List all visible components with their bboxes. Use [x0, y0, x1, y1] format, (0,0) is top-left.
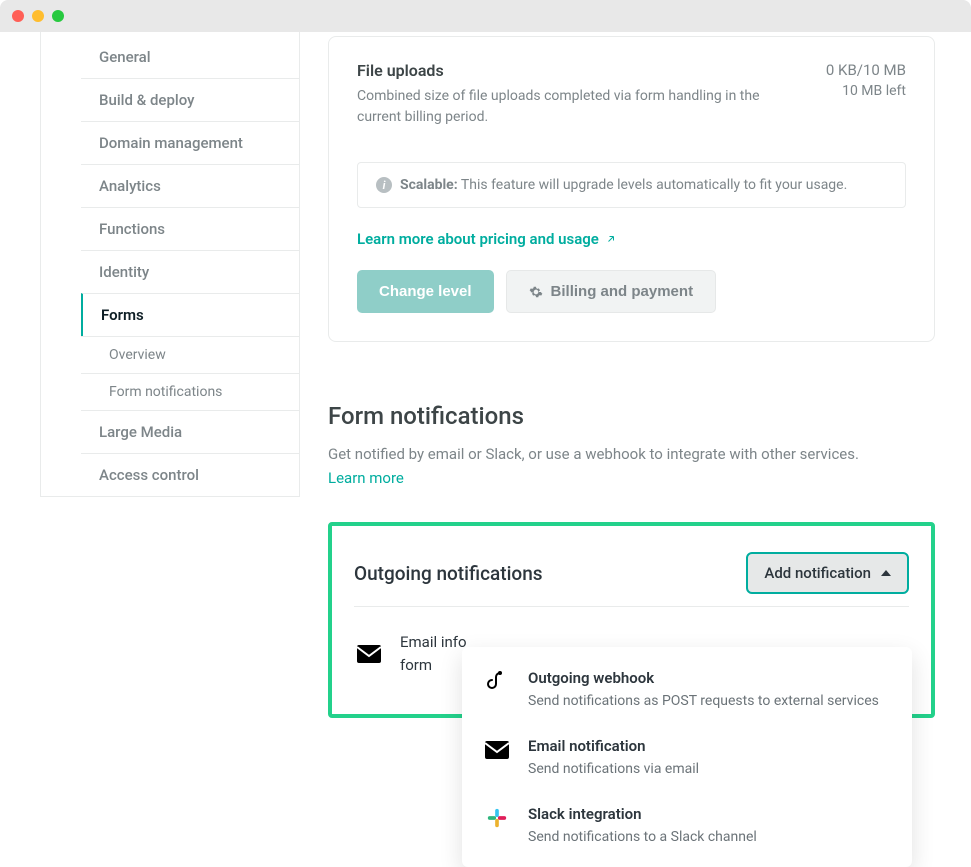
billing-button[interactable]: Billing and payment — [506, 270, 717, 313]
add-notification-dropdown: Outgoing webhook Send notifications as P… — [462, 647, 912, 867]
section-title: Form notifications — [328, 402, 935, 430]
outgoing-notifications-highlight: Outgoing notifications Add notification … — [328, 522, 935, 718]
change-level-button[interactable]: Change level — [357, 270, 494, 313]
uploads-stats: 0 KB/10 MB — [826, 61, 906, 79]
caret-up-icon — [881, 570, 891, 576]
envelope-icon — [356, 645, 382, 663]
add-notification-button[interactable]: Add notification — [746, 552, 909, 594]
external-link-icon — [605, 233, 617, 245]
envelope-icon — [484, 737, 510, 763]
sidebar-sub-overview[interactable]: Overview — [81, 336, 299, 373]
hook-icon — [484, 669, 510, 695]
sidebar-item-domain[interactable]: Domain management — [81, 121, 299, 164]
dropdown-item-slack[interactable]: Slack integration Send notifications to … — [462, 791, 912, 859]
dropdown-item-email[interactable]: Email notification Send notifications vi… — [462, 723, 912, 791]
form-notifications-section: Form notifications Get notified by email… — [328, 402, 935, 490]
outgoing-title: Outgoing notifications — [354, 562, 543, 585]
sidebar-item-build[interactable]: Build & deploy — [81, 78, 299, 121]
billing-button-label: Billing and payment — [551, 283, 694, 300]
sidebar-item-identity[interactable]: Identity — [81, 250, 299, 293]
section-desc: Get notified by email or Slack, or use a… — [328, 445, 859, 463]
sidebar-item-general[interactable]: General — [81, 36, 299, 78]
gear-icon — [529, 285, 543, 299]
existing-line2: form — [400, 654, 467, 677]
window-close-icon[interactable] — [12, 10, 24, 22]
sidebar-sub-form-notifications[interactable]: Form notifications — [81, 373, 299, 410]
dropdown-item-title: Slack integration — [528, 805, 757, 823]
window-minimize-icon[interactable] — [32, 10, 44, 22]
dropdown-item-desc: Send notifications to a Slack channel — [528, 829, 757, 845]
sidebar-item-large-media[interactable]: Large Media — [81, 410, 299, 453]
dropdown-item-title: Email notification — [528, 737, 699, 755]
add-notification-label: Add notification — [764, 564, 871, 582]
uploads-title: File uploads — [357, 61, 777, 80]
uploads-left: 10 MB left — [826, 83, 906, 99]
existing-notification-row[interactable]: Email info form Outgoing webhook Send no… — [354, 607, 909, 700]
sidebar-item-functions[interactable]: Functions — [81, 207, 299, 250]
sidebar-item-access-control[interactable]: Access control — [81, 453, 299, 496]
info-icon: i — [376, 177, 392, 193]
dropdown-item-webhook[interactable]: Outgoing webhook Send notifications as P… — [462, 655, 912, 723]
window-title-bar — [0, 0, 971, 32]
dropdown-item-desc: Send notifications via email — [528, 761, 699, 777]
sidebar-item-analytics[interactable]: Analytics — [81, 164, 299, 207]
pricing-link-label: Learn more about pricing and usage — [357, 230, 599, 248]
window-maximize-icon[interactable] — [52, 10, 64, 22]
pricing-link[interactable]: Learn more about pricing and usage — [357, 230, 617, 248]
dropdown-item-title: Outgoing webhook — [528, 669, 879, 687]
outgoing-notifications-card: Outgoing notifications Add notification … — [346, 540, 917, 700]
scalable-banner: i Scalable: This feature will upgrade le… — [357, 162, 906, 208]
learn-more-link[interactable]: Learn more — [328, 469, 404, 487]
banner-label: Scalable: — [400, 177, 458, 193]
banner-text: This feature will upgrade levels automat… — [461, 177, 847, 193]
main-content: File uploads Combined size of file uploa… — [300, 32, 971, 837]
file-uploads-card: File uploads Combined size of file uploa… — [328, 36, 935, 342]
sidebar-item-forms[interactable]: Forms — [81, 293, 299, 336]
dropdown-item-desc: Send notifications as POST requests to e… — [528, 693, 879, 709]
uploads-desc: Combined size of file uploads completed … — [357, 86, 777, 128]
existing-line1: Email info — [400, 631, 467, 654]
slack-icon — [484, 805, 510, 831]
settings-sidebar: General Build & deploy Domain management… — [40, 32, 300, 497]
